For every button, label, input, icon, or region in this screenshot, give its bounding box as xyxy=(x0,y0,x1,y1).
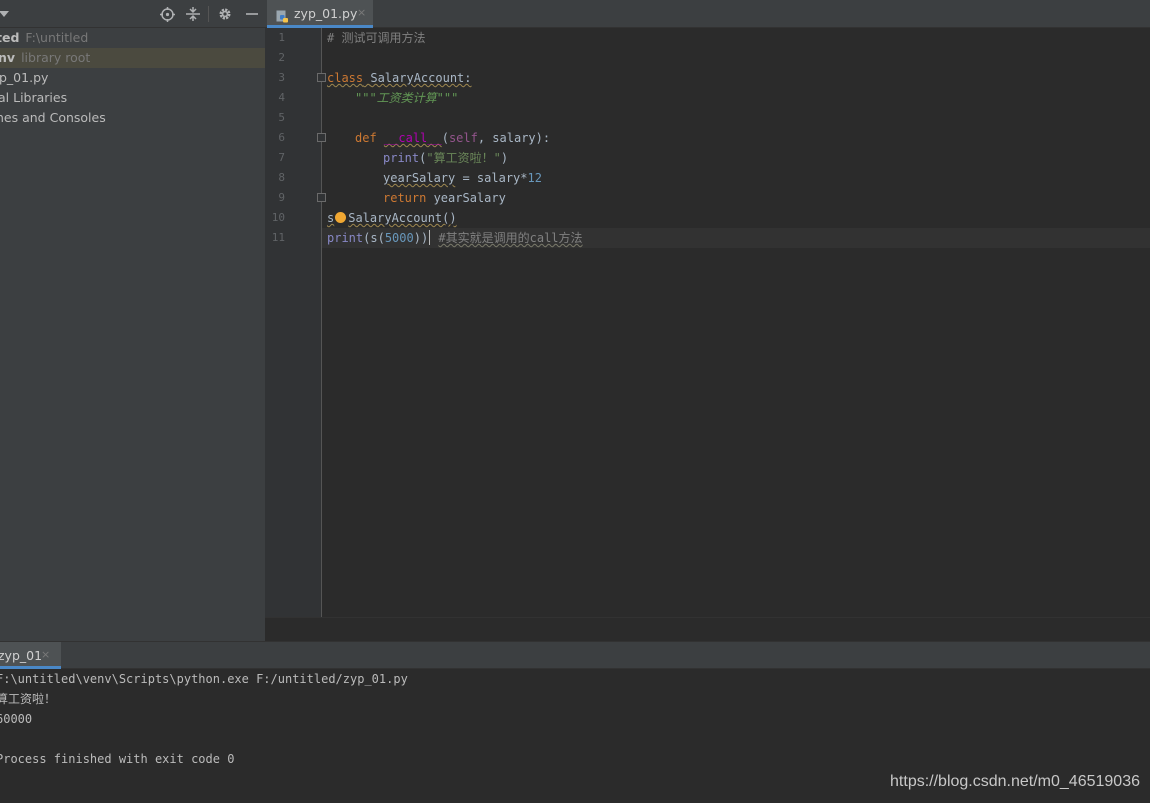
punct: )) xyxy=(413,231,429,245)
tree-item-path: F:\untitled xyxy=(25,30,89,45)
tree-item-label: ted xyxy=(0,30,20,45)
builtin: print xyxy=(383,151,420,165)
comment: #其实就是调用的call方法 xyxy=(438,231,583,245)
run-panel-header: zyp_01 × xyxy=(0,641,1150,669)
watermark: https://blog.csdn.net/m0_46519036 xyxy=(890,773,1140,790)
line-number: 3 xyxy=(278,71,285,84)
number: 12 xyxy=(527,171,542,185)
params: , salary): xyxy=(477,131,551,145)
tree-item-external-libraries[interactable]: al Libraries xyxy=(0,88,265,108)
console-line: 60000 xyxy=(0,712,33,726)
keyword: def xyxy=(355,131,377,145)
code-line-8: yearSalary = salary*12 xyxy=(383,168,542,188)
line-number: 9 xyxy=(278,191,285,204)
project-toolbar xyxy=(0,0,265,28)
number: 5000 xyxy=(384,231,414,245)
dropdown-arrow-icon[interactable] xyxy=(0,4,14,24)
fold-marker-icon[interactable] xyxy=(317,73,326,82)
line-number: 6 xyxy=(278,131,285,144)
close-icon[interactable]: × xyxy=(41,648,50,661)
lightbulb-icon[interactable] xyxy=(335,212,347,223)
line-number-gutter: 1 2 3 4 5 6 7 8 9 10 11 xyxy=(265,28,322,617)
tree-item-label: p_01.py xyxy=(0,70,49,85)
line-number: 10 xyxy=(271,211,285,224)
text-caret xyxy=(429,230,431,245)
console-line: F:\untitled\venv\Scripts\python.exe F:/u… xyxy=(0,672,408,686)
line-number: 1 xyxy=(278,31,285,44)
project-panel: ted F:\untitled nv library root p_01.py al… xyxy=(0,0,265,641)
class-name: SalaryAccount: xyxy=(370,71,472,85)
code-editor[interactable]: 1 2 3 4 5 6 7 8 9 10 11 # 测试可调用方法 class … xyxy=(265,28,1150,617)
line-number: 5 xyxy=(278,111,285,124)
punct: ( xyxy=(441,131,449,145)
project-panel-footer xyxy=(0,617,265,641)
console-line: 算工资啦！ xyxy=(0,692,57,706)
keyword: return xyxy=(383,191,427,205)
expr: SalaryAccount() xyxy=(348,211,457,225)
tree-item-venv[interactable]: nv library root xyxy=(0,48,265,68)
tree-item-scratches[interactable]: hes and Consoles xyxy=(0,108,265,128)
tree-item-file[interactable]: p_01.py xyxy=(0,68,265,88)
fold-marker-icon[interactable] xyxy=(317,133,326,142)
toolbar-separator xyxy=(208,6,209,22)
tree-item-label: nv xyxy=(0,50,16,65)
line-number: 11 xyxy=(271,231,285,244)
punct: (s( xyxy=(363,231,385,245)
python-file-icon xyxy=(276,8,289,23)
expr: = salary* xyxy=(455,171,528,185)
line-number: 4 xyxy=(278,91,285,104)
code-line-9: return yearSalary xyxy=(383,188,506,208)
tree-item-label: hes and Consoles xyxy=(0,110,106,125)
builtin: print xyxy=(327,231,364,245)
code-line-7: print("算工资啦！") xyxy=(383,148,508,168)
line-number: 7 xyxy=(278,151,285,164)
run-tab-zyp-01[interactable]: zyp_01 × xyxy=(0,642,61,669)
tree-item-project-root[interactable]: ted F:\untitled xyxy=(0,28,265,48)
punct: ) xyxy=(500,151,509,165)
tab-label: zyp_01.py xyxy=(294,6,358,21)
code-line-11: print(s(5000)) #其实就是调用的call方法 xyxy=(327,228,583,248)
variable: s xyxy=(327,211,335,225)
console-line: Process finished with exit code 0 xyxy=(0,752,235,766)
tree-item-label: al Libraries xyxy=(0,90,68,105)
collapse-icon[interactable] xyxy=(183,4,203,24)
line-number: 2 xyxy=(278,51,285,64)
code-line-3: class SalaryAccount: xyxy=(327,68,472,88)
code-line-6: def __call__(self, salary): xyxy=(355,128,550,148)
self-param: self xyxy=(448,131,478,145)
variable: yearSalary xyxy=(383,171,456,185)
locate-icon[interactable] xyxy=(157,4,177,24)
string: "算工资啦！" xyxy=(426,151,501,165)
code-line-1: # 测试可调用方法 xyxy=(327,31,426,45)
tree-item-hint: library root xyxy=(21,50,91,65)
minimize-icon[interactable] xyxy=(242,4,262,24)
run-tab-label: zyp_01 xyxy=(0,648,43,663)
tab-zyp-01-py[interactable]: zyp_01.py × xyxy=(267,0,373,28)
close-icon[interactable]: × xyxy=(357,6,366,19)
gear-icon[interactable] xyxy=(215,4,235,24)
code-line-4: """工资类计算""" xyxy=(355,91,459,105)
expr: yearSalary xyxy=(426,191,506,205)
fold-end-marker-icon[interactable] xyxy=(317,193,326,202)
code-line-10: s SalaryAccount() xyxy=(327,208,457,228)
editor-tab-bar: zyp_01.py × xyxy=(265,0,1150,28)
editor-footer xyxy=(265,617,1150,641)
line-number: 8 xyxy=(278,171,285,184)
keyword: class xyxy=(327,71,364,85)
method-name: __call__ xyxy=(383,131,442,145)
